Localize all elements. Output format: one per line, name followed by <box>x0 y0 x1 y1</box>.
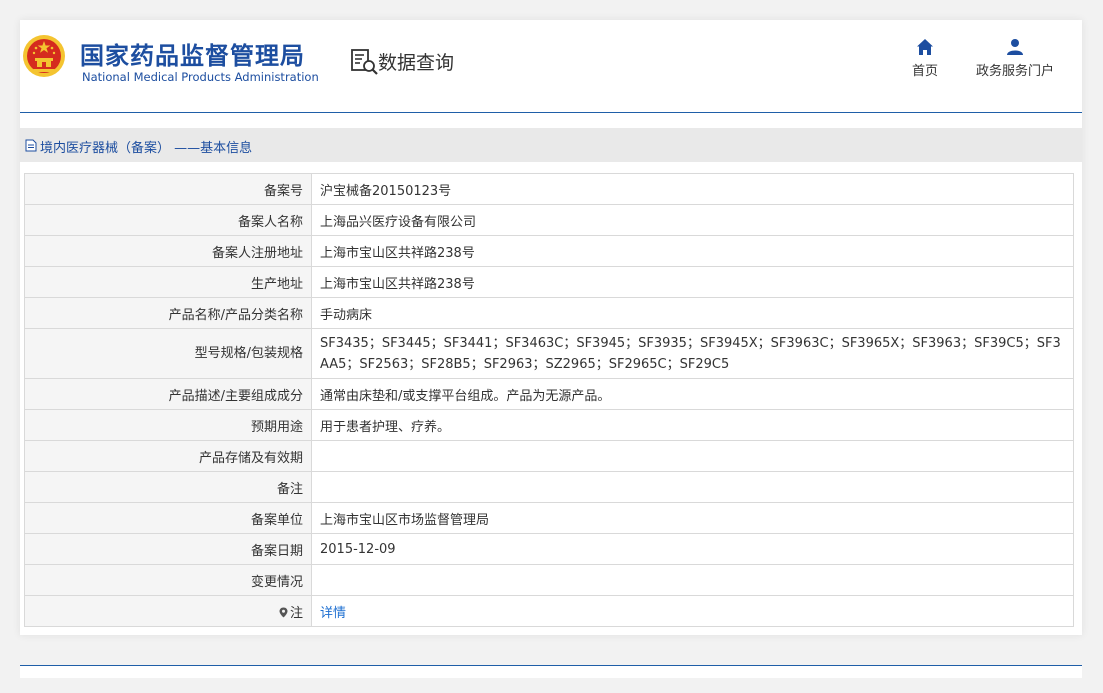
brand-title: 国家药品监督管理局 <box>80 42 305 70</box>
record-table: 备案号 沪宝械备20150123号 备案人名称 上海品兴医疗设备有限公司 备案人… <box>24 173 1074 627</box>
row-label: 产品存储及有效期 <box>24 440 312 472</box>
home-icon <box>917 39 933 55</box>
brand-subtitle: National Medical Products Administration <box>82 70 319 84</box>
row-value: 沪宝械备20150123号 <box>311 173 1074 205</box>
detail-link[interactable]: 详情 <box>320 606 346 621</box>
table-row: 备案人注册地址 上海市宝山区共祥路238号 <box>24 235 1074 267</box>
user-icon <box>1007 39 1023 55</box>
nav-portal-label: 政务服务门户 <box>975 64 1054 79</box>
row-label: 备注 <box>24 471 312 503</box>
nav-portal-link[interactable]: 政务服务门户 <box>970 38 1060 79</box>
section-title: 境内医疗器械（备案） ——基本信息 <box>40 141 253 156</box>
row-label: 产品名称/产品分类名称 <box>24 297 312 329</box>
row-label: 备案日期 <box>24 533 312 565</box>
page-card: 国家药品监督管理局 National Medical Products Admi… <box>20 20 1082 635</box>
row-value <box>311 564 1074 596</box>
section-header: 境内医疗器械（备案） ——基本信息 <box>20 128 1082 162</box>
row-value: 上海品兴医疗设备有限公司 <box>311 204 1074 236</box>
table-row: 预期用途 用于患者护理、疗养。 <box>24 409 1074 441</box>
row-value: 上海市宝山区共祥路238号 <box>311 266 1074 298</box>
row-value: 2015-12-09 <box>311 533 1074 565</box>
row-label: 生产地址 <box>24 266 312 298</box>
national-emblem-icon <box>23 35 65 77</box>
row-label: 预期用途 <box>24 409 312 441</box>
row-value: 通常由床垫和/或支撑平台组成。产品为无源产品。 <box>311 378 1074 410</box>
row-value: 上海市宝山区共祥路238号 <box>311 235 1074 267</box>
row-value <box>311 471 1074 503</box>
row-value: SF3435；SF3445；SF3441；SF3463C；SF3945；SF39… <box>311 328 1074 379</box>
row-value: 详情 <box>311 595 1074 627</box>
search-document-icon <box>351 49 378 75</box>
row-value <box>311 440 1074 472</box>
note-label-cell: 注 <box>24 595 312 627</box>
footer-area <box>20 666 1082 678</box>
table-row: 型号规格/包装规格 SF3435；SF3445；SF3441；SF3463C；S… <box>24 328 1074 379</box>
table-row: 变更情况 <box>24 564 1074 596</box>
row-value: 上海市宝山区市场监督管理局 <box>311 502 1074 534</box>
row-label: 备案单位 <box>24 502 312 534</box>
row-label: 产品描述/主要组成成分 <box>24 378 312 410</box>
table-row: 备注 <box>24 471 1074 503</box>
row-label: 型号规格/包装规格 <box>24 328 312 379</box>
pin-icon <box>279 607 288 617</box>
nav-home-label: 首页 <box>911 64 938 79</box>
table-row: 备案号 沪宝械备20150123号 <box>24 173 1074 205</box>
row-label: 备案人名称 <box>24 204 312 236</box>
row-label: 注 <box>289 605 303 621</box>
document-icon <box>25 139 37 152</box>
row-label: 备案号 <box>24 173 312 205</box>
row-label: 备案人注册地址 <box>24 235 312 267</box>
table-row: 注 详情 <box>24 595 1074 627</box>
table-row: 备案人名称 上海品兴医疗设备有限公司 <box>24 204 1074 236</box>
row-label: 变更情况 <box>24 564 312 596</box>
site-header: 国家药品监督管理局 National Medical Products Admi… <box>20 20 1082 113</box>
table-row: 备案日期 2015-12-09 <box>24 533 1074 565</box>
nav-home-link[interactable]: 首页 <box>880 38 970 79</box>
row-value: 手动病床 <box>311 297 1074 329</box>
table-row: 产品名称/产品分类名称 手动病床 <box>24 297 1074 329</box>
row-value: 用于患者护理、疗养。 <box>311 409 1074 441</box>
data-query-title: 数据查询 <box>378 52 455 74</box>
table-row: 产品存储及有效期 <box>24 440 1074 472</box>
table-row: 生产地址 上海市宝山区共祥路238号 <box>24 266 1074 298</box>
table-row: 备案单位 上海市宝山区市场监督管理局 <box>24 502 1074 534</box>
table-row: 产品描述/主要组成成分 通常由床垫和/或支撑平台组成。产品为无源产品。 <box>24 378 1074 410</box>
